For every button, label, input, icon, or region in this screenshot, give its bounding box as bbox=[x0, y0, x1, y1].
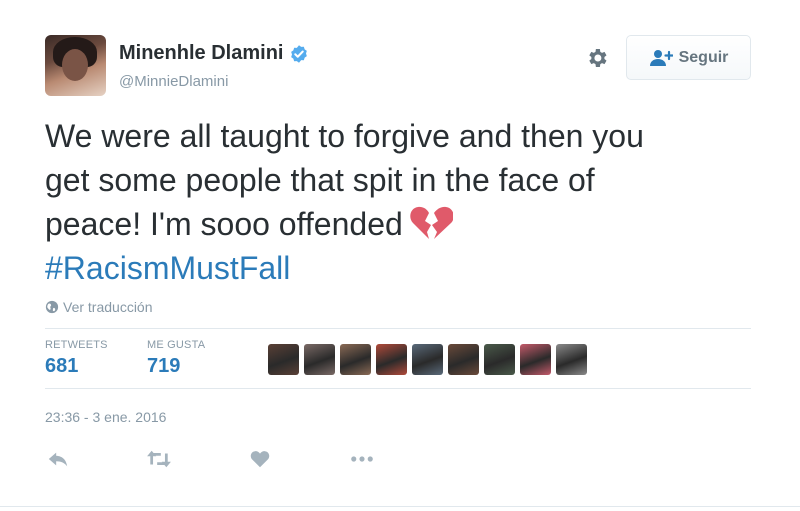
bottom-divider bbox=[0, 506, 800, 507]
liker-avatar[interactable] bbox=[448, 344, 479, 375]
tweet-text-line-3: peace! I'm sooo offended bbox=[45, 202, 735, 246]
divider bbox=[45, 328, 751, 329]
liker-avatar[interactable] bbox=[556, 344, 587, 375]
avatar-face bbox=[62, 49, 88, 81]
tweet-text-line: peace! I'm sooo offended bbox=[45, 206, 403, 242]
retweets-label: RETWEETS bbox=[45, 339, 108, 351]
tweet-card: Minenhle Dlamini @MinnieDlamini Seguir W… bbox=[0, 0, 800, 511]
user-screen-name[interactable]: @MinnieDlamini bbox=[119, 73, 228, 90]
tweet-timestamp[interactable]: 23:36 - 3 ene. 2016 bbox=[45, 409, 166, 425]
liker-avatars bbox=[268, 344, 592, 375]
follow-button[interactable]: Seguir bbox=[626, 35, 751, 80]
follow-button-label: Seguir bbox=[678, 48, 729, 66]
globe-icon bbox=[45, 300, 59, 314]
likes-stat[interactable]: ME GUSTA 719 bbox=[147, 339, 205, 378]
retweets-count: 681 bbox=[45, 355, 79, 377]
broken-heart-emoji-icon bbox=[410, 206, 453, 239]
heart-icon[interactable] bbox=[249, 448, 271, 470]
likes-count: 719 bbox=[147, 355, 181, 377]
retweets-stat[interactable]: RETWEETS 681 bbox=[45, 339, 108, 378]
liker-avatar[interactable] bbox=[268, 344, 299, 375]
likes-label: ME GUSTA bbox=[147, 339, 206, 351]
translate-label: Ver traducción bbox=[63, 299, 153, 315]
divider bbox=[45, 388, 751, 389]
add-user-icon bbox=[649, 49, 673, 66]
liker-avatar[interactable] bbox=[520, 344, 551, 375]
liker-avatar[interactable] bbox=[340, 344, 371, 375]
avatar[interactable] bbox=[45, 35, 106, 96]
verified-badge-icon bbox=[291, 44, 308, 63]
user-name-row: Minenhle Dlamini bbox=[119, 42, 309, 65]
gear-icon[interactable] bbox=[585, 46, 609, 70]
reply-icon[interactable] bbox=[47, 448, 69, 470]
user-full-name[interactable]: Minenhle Dlamini bbox=[119, 42, 283, 65]
tweet-text-line: get some people that spit in the face of bbox=[45, 162, 595, 198]
retweet-icon[interactable] bbox=[146, 448, 172, 470]
liker-avatar[interactable] bbox=[304, 344, 335, 375]
more-icon[interactable] bbox=[349, 448, 375, 470]
liker-avatar[interactable] bbox=[484, 344, 515, 375]
liker-avatar[interactable] bbox=[376, 344, 407, 375]
tweet-text-line: We were all taught to forgive and then y… bbox=[45, 118, 644, 154]
translate-link[interactable]: Ver traducción bbox=[45, 299, 153, 315]
liker-avatar[interactable] bbox=[412, 344, 443, 375]
tweet-text: We were all taught to forgive and then y… bbox=[45, 114, 735, 290]
hashtag-link[interactable]: #RacismMustFall bbox=[45, 246, 735, 290]
